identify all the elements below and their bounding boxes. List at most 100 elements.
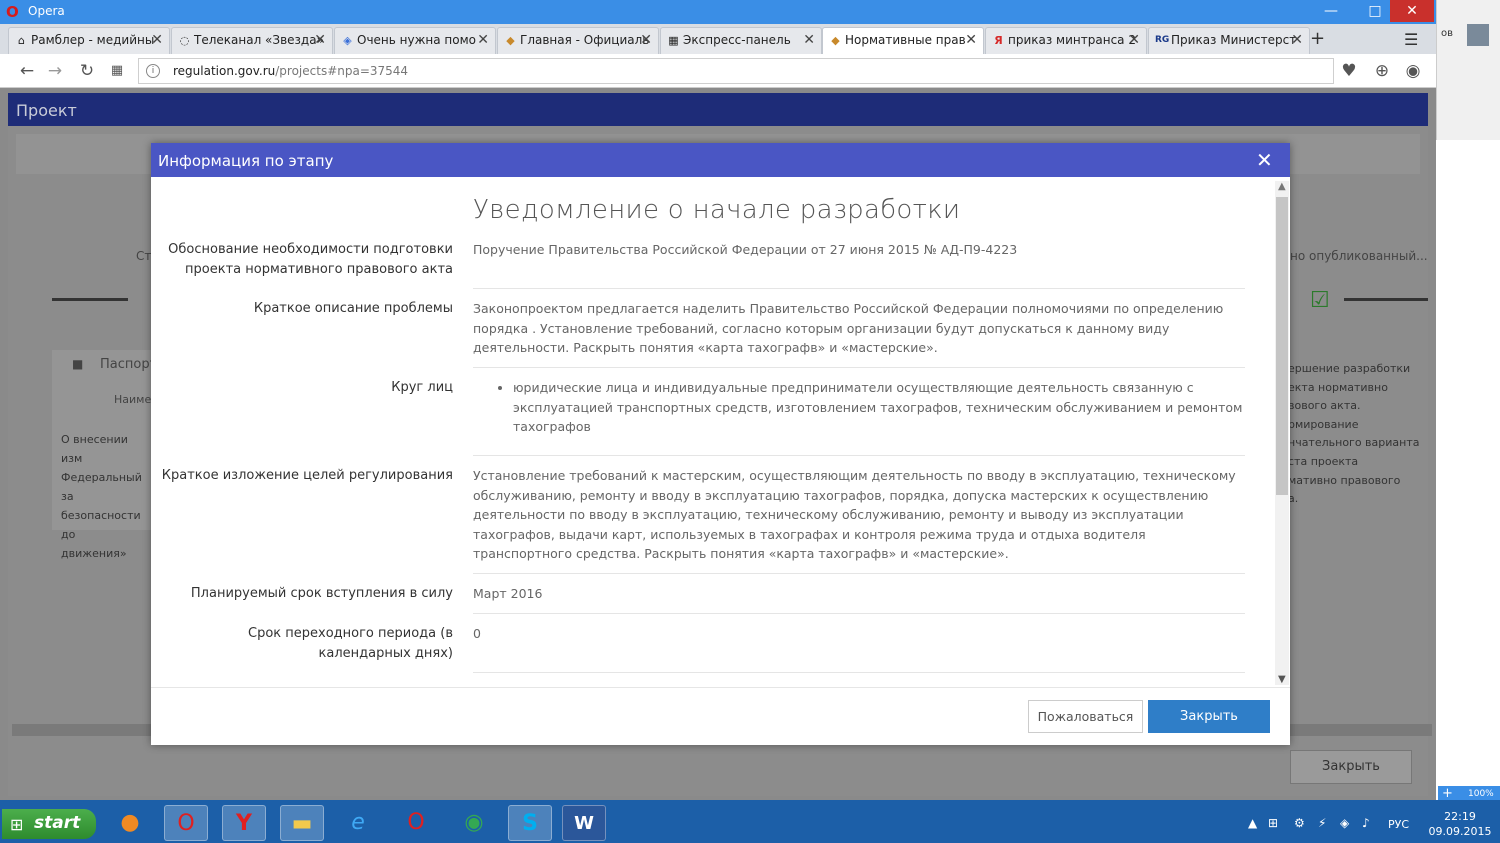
tab-express[interactable]: ▦ Экспресс-панель ✕ [660, 27, 822, 54]
shield-icon: ◆ [831, 34, 840, 47]
site-info-icon[interactable]: i [146, 64, 160, 78]
house-icon: ⌂ [18, 34, 25, 47]
stage-label: Ст [136, 249, 152, 263]
power-icon[interactable]: ⚡ [1318, 816, 1326, 830]
scroll-down-icon[interactable]: ▼ [1278, 674, 1286, 685]
tab-label: Очень нужна помо [357, 33, 477, 47]
tray-expand-icon[interactable]: ▲ [1248, 816, 1257, 830]
shield-icon: ◆ [506, 34, 515, 47]
desktop: O Opera — □ ✕ ⌂ Рамблер - медийны ✕ ◌ Телек… [0, 0, 1500, 843]
yandex-browser-icon[interactable]: Y [222, 805, 266, 841]
maximize-button[interactable]: □ [1360, 0, 1390, 22]
stage-info-modal: Информация по этапу ✕ Уведомление о нача… [151, 143, 1290, 745]
field-value-transition: 0 [473, 626, 481, 641]
plus-icon[interactable]: + [1442, 786, 1453, 801]
tab-label: Экспресс-панель [683, 33, 791, 47]
account-icon[interactable]: ◉ [1402, 60, 1424, 82]
tab-prikaz[interactable]: RG Приказ Министерст ✕ [1148, 27, 1310, 54]
field-label-justification: Обоснование необходимости подготовки про… [168, 242, 453, 277]
title-bar[interactable]: O Opera — □ ✕ [0, 0, 1436, 24]
field-value-effective-date: Март 2016 [473, 586, 543, 601]
tab-normativnye[interactable]: ◆ Нормативные прав ✕ [822, 27, 984, 54]
field-label-effective-date: Планируемый срок вступления в силу [190, 586, 453, 601]
close-button[interactable]: Закрыть [1148, 700, 1270, 733]
clock-time: 22:19 [1444, 810, 1476, 823]
divider [473, 573, 1245, 574]
list-item: юридические лица и индивидуальные предпр… [513, 378, 1243, 437]
firefox-icon[interactable]: ● [108, 805, 152, 841]
windows-flag-icon: ⊞ [10, 815, 24, 834]
close-icon[interactable]: ✕ [965, 32, 977, 48]
briefcase-icon: ■ [72, 357, 84, 371]
minimize-button[interactable]: — [1316, 0, 1346, 22]
field-label-problem: Краткое описание проблемы [253, 301, 453, 316]
word-icon[interactable]: W [562, 805, 606, 841]
forward-icon[interactable]: → [44, 60, 66, 82]
project-bar: Проект [8, 93, 1428, 126]
url-input[interactable]: regulation.gov.ru/projects#npa=37544 [138, 58, 1334, 84]
opera-icon[interactable]: O [394, 805, 438, 841]
zoom-level: 100% [1468, 789, 1494, 799]
modal-scrollbar[interactable]: ▲ ▼ [1275, 181, 1289, 685]
field-value-justification: Поручение Правительства Российской Федер… [473, 242, 1018, 257]
heart-icon[interactable]: ♥ [1338, 60, 1360, 82]
modal-title: Информация по этапу [158, 152, 334, 170]
field-value-scope: юридические лица и индивидуальные предпр… [473, 378, 1243, 437]
timeline-line [1344, 298, 1428, 301]
language-indicator[interactable]: РУС [1388, 818, 1409, 831]
rg-icon: RG [1155, 35, 1170, 45]
speed-dial-icon[interactable]: ▦ [106, 60, 128, 82]
field-label-goals: Краткое изложение целей регулирования [161, 468, 453, 483]
clock[interactable]: 22:19 09.09.2015 [1425, 809, 1495, 839]
skype-icon[interactable]: S [508, 805, 552, 841]
tab-rambler[interactable]: ⌂ Рамблер - медийны ✕ [8, 27, 170, 54]
reload-icon[interactable]: ↻ [76, 60, 98, 82]
opera-icon[interactable]: O [164, 805, 208, 841]
tab-menu-icon[interactable]: ☰ [1404, 30, 1418, 49]
close-window-button[interactable]: ✕ [1390, 0, 1434, 22]
tab-yandex[interactable]: Яприказ минтранса 2 ✕ [985, 27, 1147, 54]
tab-zvezda[interactable]: ◌ Телеканал «Звезда» ✕ [171, 27, 333, 54]
close-icon[interactable]: ✕ [151, 32, 163, 48]
close-icon[interactable]: ✕ [314, 32, 326, 48]
close-icon[interactable]: ✕ [1291, 32, 1303, 48]
windows-icon[interactable]: ⊞ [1268, 816, 1278, 830]
back-icon[interactable]: ← [16, 60, 38, 82]
chrome-icon[interactable]: ◉ [452, 805, 496, 841]
modal-close-icon[interactable]: ✕ [1256, 148, 1273, 172]
shield-icon[interactable]: ◈ [1340, 816, 1349, 830]
background-close-button[interactable]: Закрыть [1290, 750, 1412, 784]
background-window-header: ов [1436, 0, 1500, 140]
close-icon[interactable]: ✕ [803, 32, 815, 48]
file-explorer-icon[interactable]: ▬ [280, 805, 324, 841]
scroll-up-icon[interactable]: ▲ [1278, 181, 1286, 192]
scrollbar-thumb[interactable] [1276, 197, 1288, 495]
opera-logo-icon: O [6, 3, 19, 21]
grid-icon: ▦ [668, 34, 679, 47]
divider [473, 367, 1245, 368]
clock-date: 09.09.2015 [1428, 825, 1492, 838]
text-line: безопасности до [61, 509, 141, 541]
new-tab-button[interactable]: + [1310, 28, 1325, 49]
ie-icon[interactable]: e [336, 805, 380, 841]
volume-icon[interactable]: ♪ [1362, 816, 1370, 830]
tab-glavnaya[interactable]: ◆ Главная - Официаль ✕ [497, 27, 659, 54]
circle-icon: ◌ [179, 34, 190, 47]
avatar [1467, 24, 1489, 46]
close-icon[interactable]: ✕ [1128, 32, 1140, 48]
tab-help[interactable]: ◈ Очень нужна помо ✕ [334, 27, 496, 54]
modal-footer: Пожаловаться Закрыть [151, 687, 1290, 745]
tab-label: Рамблер - медийны [31, 33, 155, 47]
close-icon[interactable]: ✕ [477, 32, 489, 48]
network-icon[interactable]: ⚙ [1294, 816, 1305, 830]
tab-label: Приказ Министерст [1171, 33, 1297, 47]
complain-button[interactable]: Пожаловаться [1028, 700, 1143, 733]
text-line: движения» [61, 547, 127, 560]
divider [473, 672, 1245, 673]
start-label: start [34, 813, 81, 833]
url-path: /projects#npa=37544 [275, 64, 409, 78]
download-icon[interactable]: ⊕ [1371, 60, 1393, 82]
close-icon[interactable]: ✕ [640, 32, 652, 48]
divider [473, 613, 1245, 614]
tab-label: Нормативные прав [845, 33, 966, 47]
